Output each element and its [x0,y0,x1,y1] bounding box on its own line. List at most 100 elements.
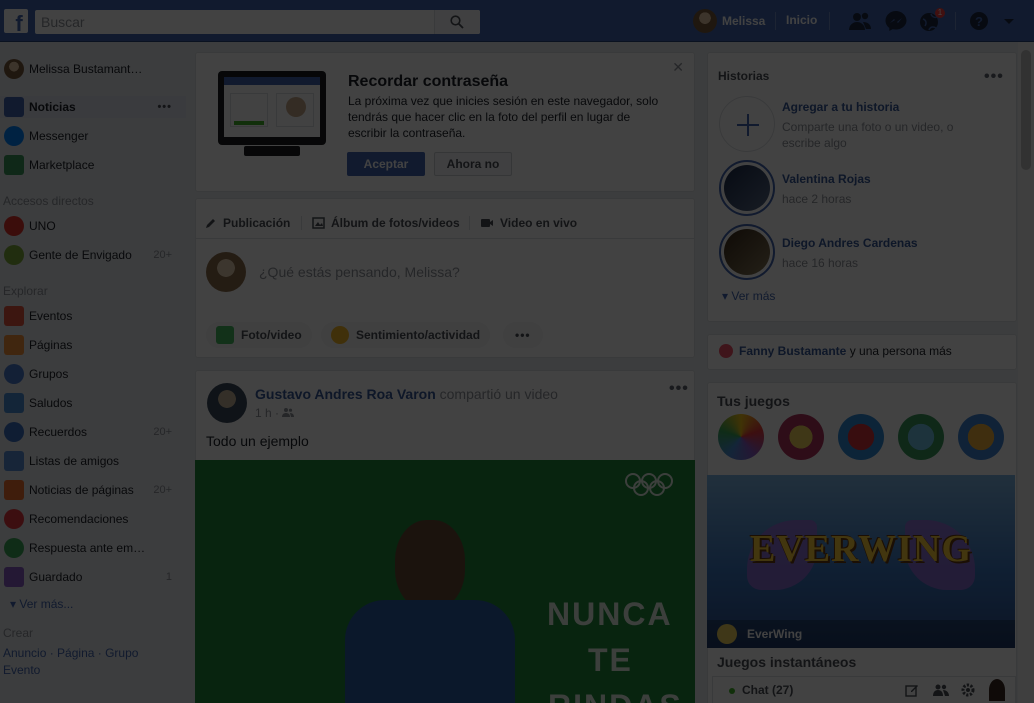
avatar [206,252,246,292]
stories-options-icon[interactable]: ••• [984,68,1004,86]
game-icon-blocks[interactable] [958,414,1004,460]
sidebar-item-guardado[interactable]: Guardado 1 [0,566,186,588]
action-label: Foto/video [241,328,302,342]
friends-privacy-icon [282,408,295,417]
add-story-button[interactable] [719,96,775,152]
top-navigation-bar: f Melissa Inicio 1 ? [0,0,1034,42]
close-icon[interactable]: ✕ [672,59,684,76]
recommendations-icon [4,509,24,529]
help-icon[interactable]: ? [968,10,992,32]
composer-input[interactable]: ¿Qué estás pensando, Melissa? [259,264,460,280]
create-event-link[interactable]: Evento [3,663,40,677]
not-now-button[interactable]: Ahora no [434,152,512,176]
sidebar-item-label: Grupos [29,367,69,381]
game-icon-rainbow[interactable] [718,414,764,460]
add-story-title[interactable]: Agregar a tu historia [782,100,899,114]
see-more-label: Ver más... [19,597,74,611]
birthday-name-link[interactable]: Fanny Bustamante [739,344,846,358]
search-input[interactable] [35,10,435,34]
sidebar-item-eventos[interactable]: Eventos [0,305,186,327]
item-count: 20+ [153,249,172,261]
more-options-icon[interactable]: ••• [157,101,172,113]
story-diego-andres-cardenas[interactable] [719,224,775,280]
divider [829,12,830,30]
divider [301,216,302,230]
chat-bar[interactable]: Chat (27) [712,676,1016,703]
sidebar-item-label: Noticias de páginas [29,483,134,497]
profile-link[interactable]: Melissa [693,9,765,33]
post-action-text: compartió un video [439,386,558,402]
game-icon-heroes[interactable] [778,414,824,460]
remember-password-card: Recordar contraseña La próxima vez que i… [195,52,695,192]
crisis-response-icon [4,538,24,558]
messenger-icon[interactable] [884,10,908,32]
account-menu-arrow-icon[interactable] [1002,10,1016,32]
more-actions-button[interactable]: ••• [503,322,543,348]
sidebar-item-noticias[interactable]: Noticias ••• [0,96,186,118]
create-group-link[interactable]: Grupo [105,646,138,660]
sidebar-item-saludos[interactable]: Saludos [0,392,186,414]
tab-publicacion[interactable]: Publicación [205,214,290,232]
story-author[interactable]: Valentina Rojas [782,172,871,186]
video-caption-line2: TE [588,642,633,678]
avatar[interactable] [207,383,247,423]
sidebar-item-label: Noticias [29,100,76,114]
tab-album[interactable]: Álbum de fotos/videos [312,214,460,232]
post-options-icon[interactable]: ••• [669,380,689,398]
stories-see-more[interactable]: ▾ Ver más [722,289,775,303]
post-header: Gustavo Andres Roa Varon compartió un vi… [255,386,558,402]
calendar-icon [4,306,24,326]
sidebar-item-messenger[interactable]: Messenger [0,125,186,147]
sidebar-item-label: Saludos [29,396,73,410]
shortcuts-heading: Accesos directos [3,194,94,208]
sidebar-item-marketplace[interactable]: Marketplace [0,154,186,176]
sidebar-item-uno[interactable]: UNO [0,215,186,237]
everwing-app-icon [717,624,737,644]
friends-list-icon [4,451,24,471]
sidebar-item-respuesta-ante-emergencias[interactable]: Respuesta ante em… [0,537,186,559]
add-story-subtitle: Comparte una foto o un video, o escribe … [782,120,954,150]
story-author[interactable]: Diego Andres Cardenas [782,236,918,250]
search-button[interactable] [434,10,480,34]
tab-live-video[interactable]: Video en vivo [480,214,577,232]
sidebar-item-label: Gente de Envigado [29,248,132,262]
game-icon-city[interactable] [898,414,944,460]
avatar[interactable] [989,679,1005,701]
sidebar-item-gente-de-envigado[interactable]: Gente de Envigado 20+ [0,244,186,266]
compose-message-icon[interactable] [905,683,919,697]
sidebar-item-recuerdos[interactable]: Recuerdos 20+ [0,421,186,443]
monitor-illustration [218,71,326,145]
game-icon-candy[interactable] [838,414,884,460]
sidebar-item-grupos[interactable]: Grupos [0,363,186,385]
sidebar-item-recomendaciones[interactable]: Recomendaciones [0,508,186,530]
everwing-logo-text: EVERWING [749,528,973,570]
stories-heading: Historias [718,69,770,83]
accept-button[interactable]: Aceptar [347,152,425,176]
birthday-text: Fanny Bustamante y una persona más [739,344,952,358]
post-author-link[interactable]: Gustavo Andres Roa Varon [255,386,436,402]
see-more-link[interactable]: ▾ Ver más... [10,597,73,611]
sidebar-item-noticias-de-paginas[interactable]: Noticias de páginas 20+ [0,479,186,501]
friend-requests-icon[interactable] [848,10,872,32]
sidebar-item-paginas[interactable]: Páginas [0,334,186,356]
feeling-activity-button[interactable]: Sentimiento/actividad [321,322,491,348]
chat-settings-gear-icon[interactable] [961,683,975,697]
photo-video-button[interactable]: Foto/video [206,322,312,348]
story-valentina-rojas[interactable] [719,160,775,216]
post-timestamp[interactable]: 1 h · [255,406,295,420]
news-feed-icon [4,97,24,117]
smiley-icon [331,326,349,344]
page-scrollbar-thumb[interactable] [1021,50,1031,170]
sidebar-item-label: UNO [29,219,56,233]
sidebar-item-label: Recuerdos [29,425,88,439]
home-link[interactable]: Inicio [786,13,817,27]
sidebar-item-listas-de-amigos[interactable]: Listas de amigos [0,450,186,472]
item-count: 20+ [153,426,172,438]
sidebar-profile[interactable]: Melissa Bustamant… [0,58,186,80]
new-group-icon[interactable] [933,683,949,697]
everwing-game-banner[interactable]: EVERWING EverWing [707,475,1015,648]
create-ad-link[interactable]: Anuncio [3,646,46,660]
banner-game-name: EverWing [747,627,803,641]
facebook-logo[interactable]: f [4,9,28,33]
create-page-link[interactable]: Página [57,646,94,660]
